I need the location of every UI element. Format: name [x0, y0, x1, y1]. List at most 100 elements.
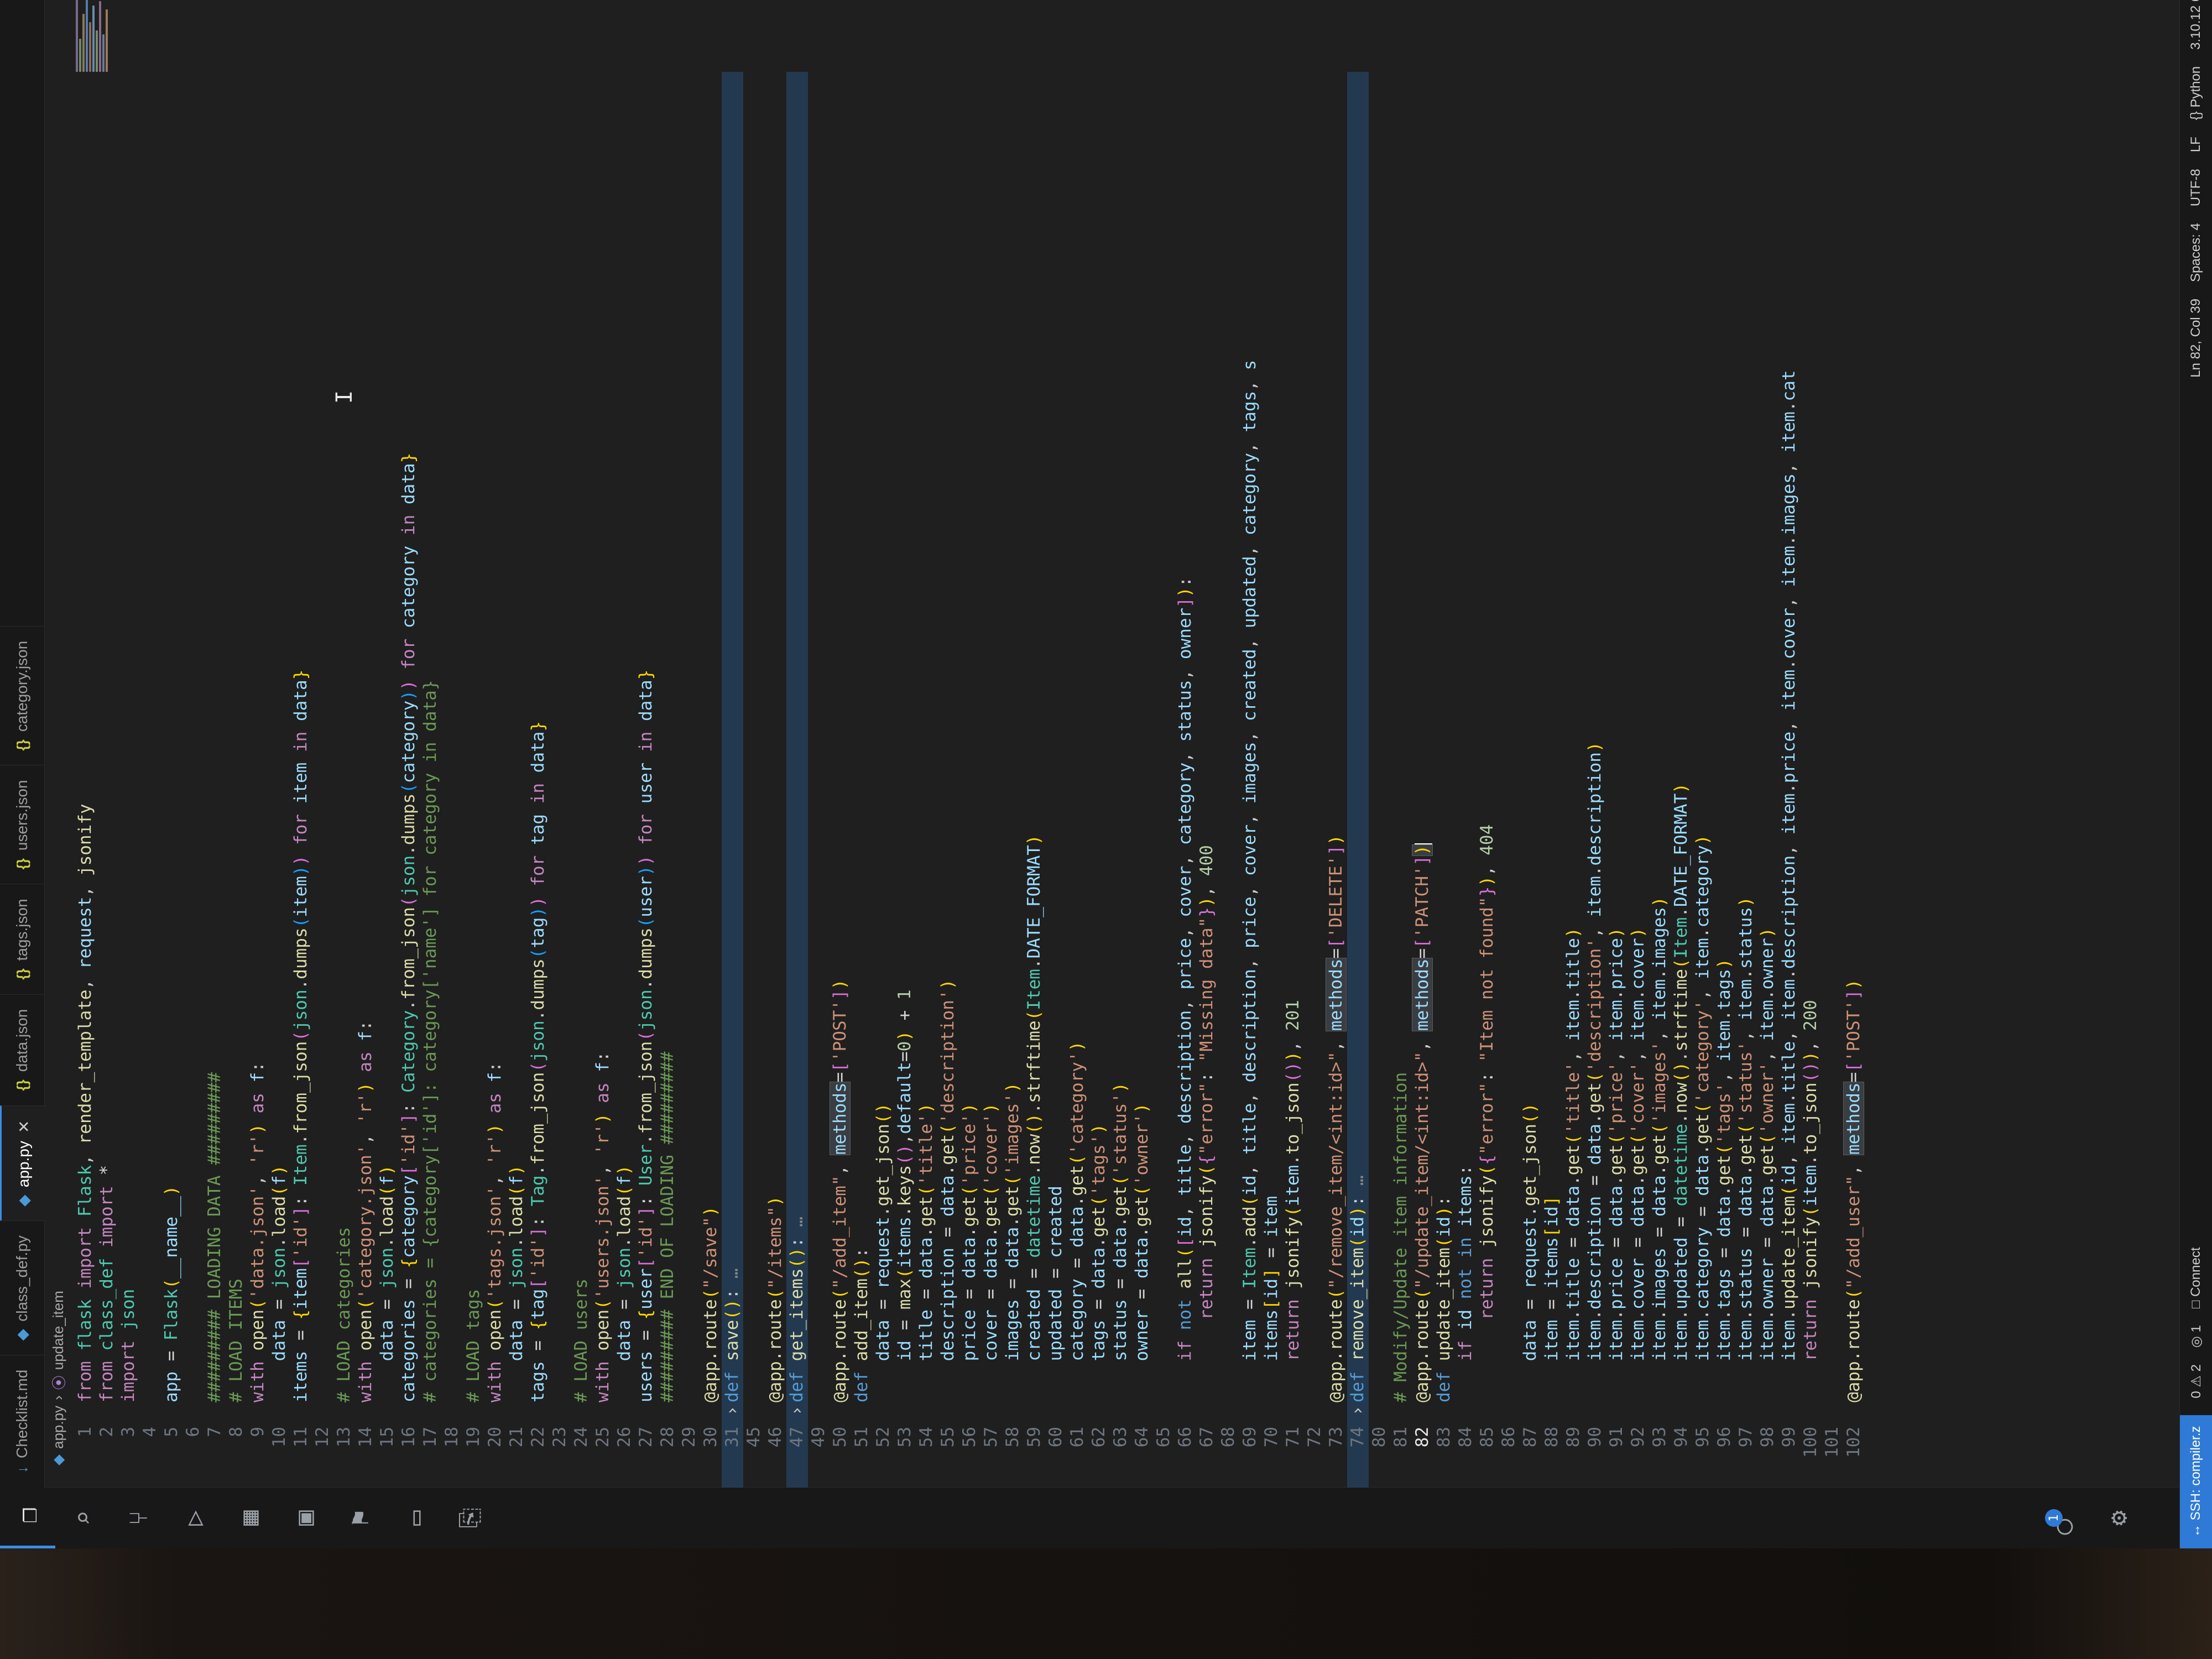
- chevron-right-icon: ›: [49, 1395, 66, 1400]
- code-line: 20 with open('tags.json', 'r') as f:: [485, 1062, 505, 1448]
- code-line: 59 created = datetime.now().strftime(Ite…: [1024, 834, 1044, 1448]
- folded-line: 31 › def save():: [722, 72, 743, 1488]
- code-line: 3 import json: [118, 1288, 138, 1437]
- code-line: 52 data = request.get_json(): [873, 1103, 893, 1448]
- minimap-row: [89, 22, 91, 72]
- code-line: 10 data = json.load(f): [269, 1165, 289, 1448]
- tab-label: app.py: [15, 1141, 32, 1188]
- docs-icon[interactable]: ⎘: [442, 1488, 498, 1548]
- indentation[interactable]: Spaces: 4: [2188, 223, 2204, 282]
- code-line: 14 with open('category.json', 'r') as f:: [356, 1020, 375, 1448]
- json-icon: {}: [13, 858, 30, 870]
- problems-indicator[interactable]: 0 ⚠ 2: [2188, 1364, 2204, 1399]
- tab-users-json[interactable]: {} users.json: [0, 765, 44, 884]
- ports-indicator[interactable]: ◎ 1: [2188, 1325, 2204, 1348]
- function-icon: ⦿: [50, 1375, 67, 1390]
- close-icon[interactable]: ✕: [15, 1120, 33, 1133]
- extensions-icon[interactable]: ▦: [221, 1488, 276, 1548]
- remote-label: SSH: compiler.z: [2188, 1426, 2203, 1521]
- code-line: 46 @app.route("/items"): [765, 1196, 785, 1448]
- code-line: 30 @app.route("/save"): [701, 1206, 721, 1448]
- code-editor[interactable]: 1 from flask import Flask, render_templat…: [75, 72, 2179, 1488]
- code-line: 64 owner = data.get('owner'): [1132, 1103, 1152, 1448]
- code-line: 98 item.owner = data.get('owner', item.o…: [1757, 927, 1777, 1448]
- code-line: 17 # categories = {category['id']: catego…: [420, 680, 440, 1448]
- breadcrumb-file[interactable]: app.py: [50, 1406, 67, 1449]
- minimap[interactable]: [75, 0, 229, 72]
- settings-gear-icon[interactable]: ⚙: [2090, 1488, 2146, 1548]
- folded-line: 74 › def remove_item(id):: [1347, 72, 1369, 1488]
- tab-label: users.json: [13, 780, 30, 851]
- account-icon[interactable]: ◯ 1: [2035, 1488, 2090, 1548]
- tab-label: tags.json: [13, 899, 30, 961]
- remote-indicator[interactable]: ↔ SSH: compiler.z: [2180, 1415, 2212, 1548]
- tab-app-py[interactable]: ◆ app.py ✕: [0, 1105, 46, 1221]
- tab-class-def-py[interactable]: ◆ class_def.py: [0, 1220, 44, 1355]
- run-debug-icon[interactable]: ▷: [166, 1488, 221, 1548]
- code-line: 11 items = {item['id']: Item.from_json(js…: [291, 669, 311, 1448]
- explorer-icon[interactable]: ❐: [0, 1485, 55, 1548]
- code-line: 50 @app.route("/add_item", methods=['POST…: [830, 979, 851, 1448]
- code-line: 57 cover = data.get('cover'): [981, 1103, 1001, 1448]
- encoding[interactable]: UTF-8: [2188, 169, 2204, 206]
- code-line: 101: [1822, 1427, 1842, 1458]
- minimap-row: [79, 39, 81, 72]
- language-mode[interactable]: {} Python: [2188, 66, 2204, 120]
- breadcrumb-symbol[interactable]: update_item: [50, 1291, 67, 1370]
- code-line: 65: [1154, 1427, 1173, 1448]
- code-line: 22 tags = {tag['id']: Tag.from_json(json.…: [528, 721, 548, 1448]
- source-control-icon[interactable]: ⑂: [111, 1488, 166, 1548]
- code-line: 73 @app.route("/remove_item/<int:id>", me…: [1326, 834, 1347, 1448]
- panel-icon[interactable]: ▭: [387, 1488, 442, 1548]
- minimap-row: [86, 0, 88, 72]
- connect-icon: □: [2188, 1300, 2203, 1309]
- code-line: 100 return jsonify(item.to_json()), 200: [1801, 1000, 1820, 1458]
- mouse-ibeam-cursor: I: [332, 390, 357, 404]
- tab-label: data.json: [13, 1009, 30, 1072]
- code-line: 87 data = request.get_json(): [1520, 1103, 1540, 1448]
- code-line: 94 item.updated = datetime.now().strftim…: [1671, 783, 1691, 1448]
- code-line: 96 item.tags = data.get('tags', item.tag…: [1714, 958, 1734, 1448]
- code-line: 62 tags = data.get('tags'): [1089, 1124, 1109, 1448]
- tab-category-json[interactable]: {} category.json: [0, 625, 44, 765]
- cursor-position[interactable]: Ln 82, Col 39: [2188, 299, 2204, 378]
- tab-tags-json[interactable]: {} tags.json: [0, 884, 44, 994]
- tab-data-json[interactable]: {} data.json: [0, 994, 44, 1105]
- code-line: 54 title = data.get('title'): [916, 1103, 936, 1448]
- code-line: 71 return jsonify(item.to_json()), 201: [1283, 1000, 1303, 1448]
- code-line: 19 # LOAD tags: [463, 1288, 483, 1448]
- code-line: 7 ######### LOADING DATA #########: [205, 1072, 225, 1437]
- code-line: 9 with open('data.json', 'r') as f:: [248, 1062, 268, 1437]
- line-ending[interactable]: LF: [2188, 137, 2204, 152]
- code-line: 55 description = data.get('description'): [938, 979, 958, 1448]
- minimap-row: [102, 34, 105, 72]
- code-line: 80: [1369, 1427, 1389, 1448]
- search-icon[interactable]: ⌕: [55, 1488, 111, 1548]
- python-interpreter[interactable]: 3.10.12 64-bit: [2188, 0, 2204, 50]
- code-line: 72: [1305, 1427, 1324, 1448]
- status-right: Ln 82, Col 39 Spaces: 4 UTF-8 LF {} Pyth…: [2188, 0, 2204, 378]
- code-line: 12: [312, 1427, 332, 1448]
- code-line: 90 item.description = data.get('descript…: [1585, 742, 1605, 1448]
- minimap-row: [96, 30, 98, 72]
- minimap-row: [76, 0, 78, 72]
- code-line: 56 price = data.get('price'): [959, 1103, 979, 1448]
- remote-explorer-icon[interactable]: ▣: [276, 1488, 332, 1548]
- minimap-row: [99, 1, 101, 72]
- tab-label: class_def.py: [13, 1235, 30, 1322]
- minimap-row: [106, 9, 108, 72]
- code-line: 24 # LOAD users: [571, 1279, 591, 1448]
- code-line: 51 def add_item():: [852, 1248, 872, 1448]
- code-line: 84 if id not in items:: [1455, 1165, 1475, 1448]
- code-line: 13 # LOAD categories: [334, 1227, 354, 1448]
- code-line: 68: [1218, 1427, 1238, 1448]
- connect-button[interactable]: □ Connect: [2188, 1248, 2204, 1309]
- testing-icon[interactable]: ⚑: [332, 1488, 387, 1548]
- connect-label: Connect: [2188, 1247, 2203, 1297]
- vscode-window: ❐ ⌕ ⑂ ▷ ▦ ▣ ⚑ ▭ ⎘ ◯ 1 ⚙ ↓ Checklist.md ◆ cl…: [0, 0, 2212, 1548]
- code-line: 53 id = max(items.keys(),default=0) + 1: [895, 989, 915, 1448]
- code-line: 26 data = json.load(f): [614, 1165, 634, 1448]
- code-line: 15 data = json.load(f): [377, 1165, 397, 1448]
- broadcast-icon: ◎: [2188, 1336, 2204, 1348]
- tab-checklist-md[interactable]: ↓ Checklist.md: [0, 1354, 44, 1488]
